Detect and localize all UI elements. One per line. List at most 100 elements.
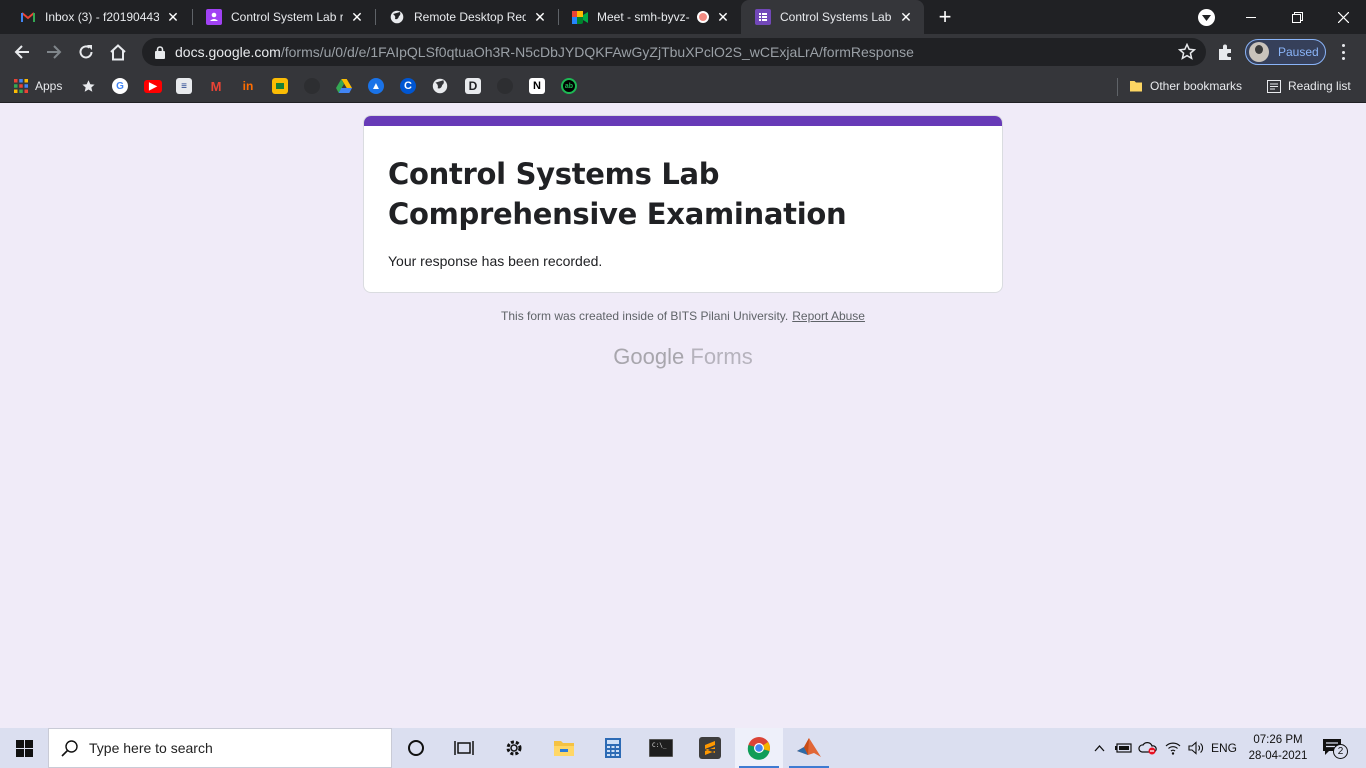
bookmark-separator (1117, 78, 1118, 96)
bookmark-graduation[interactable]: ▲ (368, 77, 384, 95)
onedrive-tray-icon[interactable] (1136, 728, 1160, 768)
file-explorer-app[interactable] (540, 728, 588, 768)
kebab-menu-icon[interactable] (1336, 43, 1350, 61)
cortana-button[interactable] (392, 728, 440, 768)
close-icon[interactable]: ✕ (165, 9, 181, 25)
youtube-icon: ▶ (144, 79, 162, 93)
bookmark-docs[interactable]: ≡ (176, 77, 192, 95)
home-button[interactable] (105, 39, 131, 65)
drive-icon (336, 79, 352, 93)
dark-circle-icon (497, 78, 513, 94)
cloud-icon (1138, 742, 1157, 755)
tab-meet[interactable]: Meet - smh-byvz- ✕ (558, 0, 741, 34)
d-letter-icon: D (465, 78, 481, 94)
bookmark-star[interactable] (81, 77, 96, 95)
tab-gmail[interactable]: Inbox (3) - f20190443@ ✕ (6, 0, 191, 34)
volume-tray-icon[interactable] (1185, 728, 1207, 768)
bookmark-notion[interactable]: N (529, 77, 545, 95)
bookmark-d[interactable]: D (465, 77, 481, 95)
bookmark-globe[interactable] (432, 77, 448, 95)
forward-button[interactable] (41, 39, 67, 65)
address-bar[interactable]: docs.google.com/forms/u/0/d/e/1FAIpQLSf0… (142, 38, 1206, 66)
restore-button[interactable] (1274, 0, 1320, 34)
bookmark-github[interactable] (304, 77, 320, 95)
bookmark-classroom[interactable] (272, 77, 288, 95)
new-tab-button[interactable]: + (934, 6, 956, 29)
lock-icon[interactable] (153, 45, 167, 59)
bookmark-apps[interactable]: Apps (14, 77, 62, 95)
profile-status: Paused (1278, 45, 1319, 59)
close-window-button[interactable] (1320, 0, 1366, 34)
windows-taskbar: Type here to search C:\_ ENG 07:26 PM 28… (0, 728, 1366, 768)
page-content: Control Systems Lab Comprehensive Examin… (0, 103, 1366, 728)
folder-icon (1130, 81, 1142, 92)
bookmark-youtube[interactable]: ▶ (144, 77, 162, 95)
forms-icon (755, 9, 771, 25)
settings-app[interactable] (490, 728, 538, 768)
close-icon[interactable]: ✕ (715, 9, 731, 25)
graduation-cap-icon: ▲ (368, 78, 384, 94)
form-confirmation-card: Control Systems Lab Comprehensive Examin… (363, 115, 1003, 293)
other-bookmarks-label: Other bookmarks (1150, 79, 1243, 93)
document-icon: ≡ (176, 78, 192, 94)
sublime-text-app[interactable] (686, 728, 734, 768)
bookmark-google[interactable]: G (112, 77, 128, 95)
chrome-icon (747, 737, 770, 760)
google-forms-logo[interactable]: Google Forms (0, 344, 1366, 370)
star-icon (82, 79, 95, 92)
reading-list-label: Reading list (1288, 79, 1351, 93)
reading-list-button[interactable]: Reading list (1267, 77, 1351, 95)
chrome-app[interactable] (735, 728, 783, 768)
tab-strip: Inbox (3) - f20190443@ ✕ Control System … (0, 0, 1366, 34)
confirmation-message: Your response has been recorded. (388, 253, 603, 269)
tab-classroom[interactable]: Control System Lab rep ✕ (192, 0, 375, 34)
form-title: Control Systems Lab Comprehensive Examin… (388, 157, 847, 231)
tab-remote-desktop[interactable]: Remote Desktop Redir ✕ (375, 0, 558, 34)
globe-icon (389, 9, 405, 25)
sublime-text-icon (699, 737, 721, 759)
start-button[interactable] (0, 728, 48, 768)
invision-icon: in (242, 79, 254, 93)
bookmark-coursera[interactable]: C (400, 77, 416, 95)
svg-text:C:\_: C:\_ (652, 742, 667, 749)
language-indicator[interactable]: ENG (1209, 728, 1239, 768)
bookmark-star-icon[interactable] (1178, 43, 1196, 61)
bookmark-green[interactable]: ab (561, 77, 577, 95)
reload-button[interactable] (73, 39, 99, 65)
bookmark-invision[interactable]: in (240, 77, 256, 95)
taskbar-search-box[interactable]: Type here to search (48, 728, 392, 768)
battery-tray-icon[interactable] (1112, 728, 1134, 768)
tray-expand-button[interactable] (1090, 728, 1108, 768)
system-clock[interactable]: 07:26 PM 28-04-2021 (1244, 732, 1312, 764)
tab-forms-active[interactable]: Control Systems Lab C ✕ (741, 0, 924, 34)
gmail-icon: M (210, 78, 222, 94)
close-icon[interactable]: ✕ (532, 9, 548, 25)
clock-date: 28-04-2021 (1248, 750, 1308, 762)
coursera-icon: C (400, 78, 416, 94)
close-icon[interactable]: ✕ (898, 9, 914, 25)
bookmark-gmail[interactable]: M (208, 77, 224, 95)
matlab-app[interactable] (785, 728, 833, 768)
calculator-app[interactable] (589, 728, 637, 768)
action-center-button[interactable]: 2 (1322, 738, 1348, 760)
form-footer: This form was created inside of BITS Pil… (0, 309, 1366, 323)
profile-button[interactable]: Paused (1245, 39, 1326, 65)
bookmark-other[interactable]: Other bookmarks (1129, 77, 1242, 95)
minimize-button[interactable] (1228, 0, 1274, 34)
apps-grid-icon (14, 79, 28, 93)
classroom-icon (206, 9, 222, 25)
report-abuse-link[interactable]: Report Abuse (792, 309, 865, 323)
bookmark-dark[interactable] (497, 77, 513, 95)
forms-wordmark: Forms (690, 344, 753, 369)
terminal-app[interactable]: C:\_ (637, 728, 685, 768)
task-view-button[interactable] (440, 728, 488, 768)
extensions-puzzle-icon[interactable] (1216, 42, 1236, 62)
search-icon (61, 740, 78, 757)
back-button[interactable] (9, 39, 35, 65)
tab-title: Control Systems Lab C (780, 10, 892, 24)
close-icon[interactable]: ✕ (349, 9, 365, 25)
clock-time: 07:26 PM (1253, 734, 1303, 746)
bookmark-drive[interactable] (336, 77, 352, 95)
tab-search-button[interactable] (1198, 9, 1215, 26)
network-tray-icon[interactable] (1162, 728, 1184, 768)
